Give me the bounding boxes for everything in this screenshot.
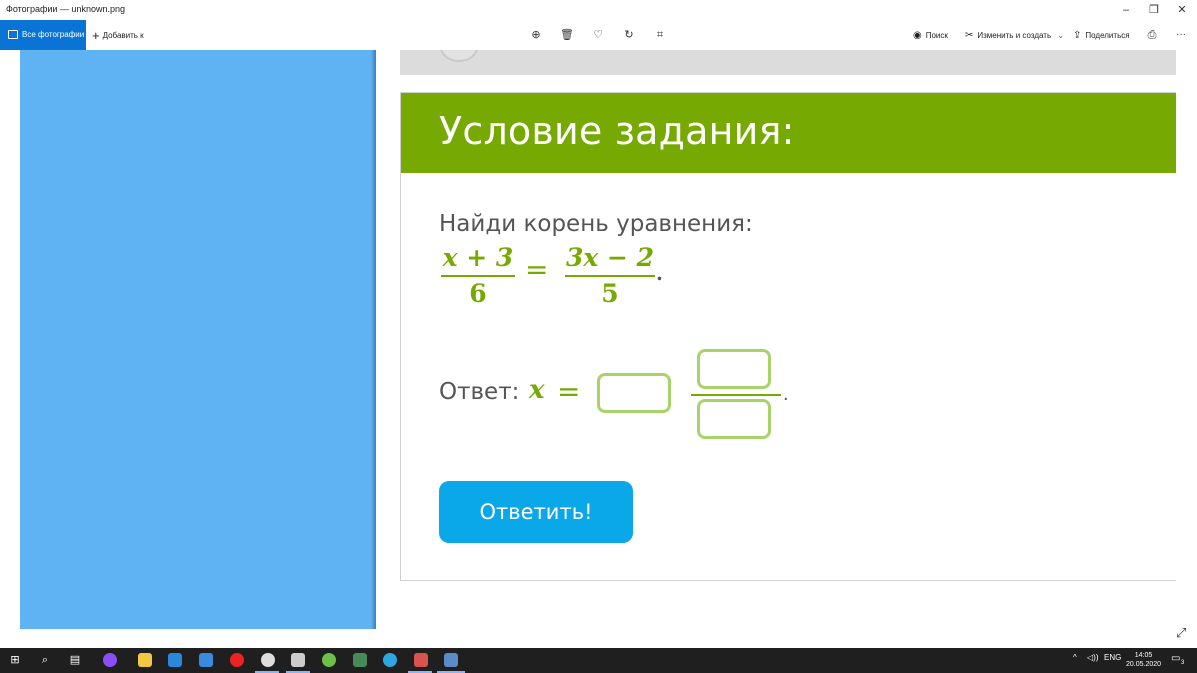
- file-explorer-icon[interactable]: [138, 653, 152, 667]
- print-icon[interactable]: ⎙: [1144, 27, 1160, 43]
- language-indicator[interactable]: ENG: [1104, 653, 1121, 662]
- restore-button[interactable]: ❐: [1140, 1, 1168, 19]
- yandex-icon[interactable]: [230, 653, 244, 667]
- notification-count: 3: [1181, 660, 1185, 666]
- add-to-label: Добавить к: [102, 31, 144, 40]
- search-icon: ◉: [913, 30, 922, 41]
- add-to-button[interactable]: + Добавить к: [92, 28, 144, 43]
- rotate-icon[interactable]: ↻: [621, 27, 637, 43]
- share-button[interactable]: ⇪ Поделиться: [1073, 30, 1130, 41]
- image-viewport: Условие задания: Найди корень уравнения:…: [20, 50, 1176, 629]
- more-button[interactable]: ···: [1173, 27, 1189, 43]
- photos-icon: [8, 30, 18, 39]
- task-header: Условие задания:: [401, 93, 1176, 173]
- minimize-button[interactable]: –: [1112, 1, 1140, 19]
- store-icon[interactable]: [168, 653, 182, 667]
- right-denominator: 5: [601, 279, 619, 308]
- right-numerator: 3x − 2: [565, 243, 655, 272]
- start-icon[interactable]: ⊞: [6, 652, 24, 669]
- left-fraction: x + 3 6: [441, 243, 515, 309]
- windows-taskbar: ⊞ ⌕ ▤ ^ ◁)) ENG 14:05 20.05.2020 ▭ 3: [0, 648, 1197, 673]
- photos-app-icon[interactable]: [444, 653, 458, 667]
- title-bar: Фотографии — unknown.png – ❐ ✕: [0, 0, 1197, 20]
- tray-chevron-icon[interactable]: ^: [1073, 653, 1077, 662]
- chevron-down-icon: ⌄: [1057, 31, 1065, 40]
- left-fraction-bar: [441, 275, 515, 277]
- task-prompt: Найди корень уравнения:: [439, 211, 753, 237]
- denominator-input[interactable]: [697, 399, 771, 439]
- calculator-icon[interactable]: [291, 653, 305, 667]
- mail-icon[interactable]: [199, 653, 213, 667]
- answer-equals: =: [557, 375, 581, 408]
- telegram-icon[interactable]: [383, 653, 397, 667]
- right-fraction: 3x − 2 5: [565, 243, 655, 309]
- task-header-title: Условие задания:: [439, 109, 795, 153]
- submit-answer-button[interactable]: Ответить!: [439, 481, 633, 543]
- left-denominator: 6: [469, 279, 487, 308]
- blue-side-panel: [20, 50, 376, 629]
- answer-fraction-bar: [691, 394, 781, 396]
- answer-label: Ответ:: [439, 379, 520, 405]
- search-icon[interactable]: ⌕: [36, 652, 54, 669]
- right-fraction-bar: [565, 275, 655, 277]
- plus-icon: +: [92, 28, 100, 43]
- image-app-icon[interactable]: [353, 653, 367, 667]
- notification-icon[interactable]: ▭: [1171, 653, 1180, 664]
- edit-create-button[interactable]: ✂ Изменить и создать ⌄: [965, 30, 1064, 41]
- edit-create-label: Изменить и создать: [977, 31, 1052, 40]
- answer-variable: x: [529, 375, 545, 405]
- task-card: Условие задания: Найди корень уравнения:…: [400, 92, 1176, 581]
- zoom-icon[interactable]: ⊕: [528, 27, 544, 43]
- clock[interactable]: 14:05 20.05.2020: [1126, 651, 1161, 669]
- left-numerator: x + 3: [442, 243, 514, 272]
- share-icon: ⇪: [1073, 30, 1082, 41]
- window-title: Фотографии — unknown.png: [6, 4, 125, 14]
- search-button[interactable]: ◉ Поиск: [913, 30, 948, 41]
- top-gray-strip: [400, 50, 1176, 75]
- app-green-icon[interactable]: [322, 653, 336, 667]
- favorite-icon[interactable]: ♡: [590, 27, 606, 43]
- edit-icon: ✂: [965, 30, 974, 41]
- equals-sign: =: [525, 253, 549, 286]
- volume-icon[interactable]: ◁)): [1087, 653, 1098, 662]
- circle-shape: [440, 50, 478, 62]
- whole-part-input[interactable]: [597, 373, 671, 413]
- all-photos-button[interactable]: Все фотографии: [0, 20, 86, 50]
- share-label: Поделиться: [1085, 31, 1130, 40]
- yandex-browser-icon[interactable]: [261, 653, 275, 667]
- all-photos-label: Все фотографии: [22, 30, 85, 39]
- expand-icon[interactable]: ⤢: [1176, 625, 1190, 640]
- cortana-icon[interactable]: [103, 653, 117, 667]
- close-button[interactable]: ✕: [1168, 1, 1196, 19]
- equation-end-dot: .: [656, 261, 663, 285]
- numerator-input[interactable]: [697, 349, 771, 389]
- clock-time: 14:05: [1134, 652, 1153, 659]
- task-view-icon[interactable]: ▤: [66, 652, 84, 669]
- answer-end-dot: .: [783, 383, 789, 405]
- app-toolbar: Все фотографии + Добавить к ⊕ 🗑 ♡ ↻ ⌗ ◉ По…: [0, 20, 1197, 50]
- clock-date: 20.05.2020: [1126, 661, 1162, 668]
- snipping-tool-icon[interactable]: [414, 653, 428, 667]
- crop-icon[interactable]: ⌗: [652, 27, 668, 43]
- search-label: Поиск: [925, 31, 948, 40]
- delete-icon[interactable]: 🗑: [559, 27, 575, 43]
